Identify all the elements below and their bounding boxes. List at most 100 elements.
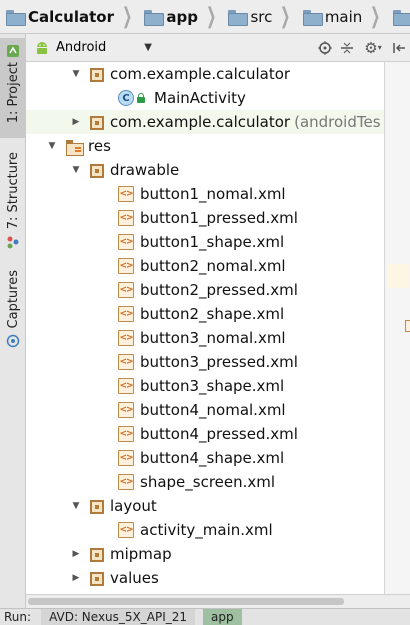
expand-arrow-icon[interactable]: ▼ <box>70 501 82 511</box>
collapse-all-button[interactable] <box>336 37 358 59</box>
hide-panel-button[interactable] <box>388 37 410 59</box>
tree-row-file[interactable]: <> button3_pressed.xml <box>26 350 384 374</box>
expand-arrow-icon[interactable]: ▼ <box>46 141 58 151</box>
tree-row-file[interactable]: <> button4_pressed.xml <box>26 422 384 446</box>
collapse-arrow-icon[interactable]: ▶ <box>70 117 82 127</box>
tree-row-file[interactable]: <> button3_shape.xml <box>26 374 384 398</box>
tree-row-layout[interactable]: ▼ layout <box>26 494 384 518</box>
tree-label: button1_shape.xml <box>140 233 285 251</box>
locate-button[interactable] <box>314 37 336 59</box>
collapse-arrow-icon[interactable]: ▶ <box>70 549 82 559</box>
run-bar: Run: AVD: Nexus_5X_API_21 app <box>0 608 410 625</box>
chevron-down-icon: ▼ <box>144 42 152 53</box>
tree-label-suffix: (androidTes <box>294 113 381 131</box>
breadcrumb-separator: ❯ <box>280 3 291 29</box>
package-icon <box>90 67 104 82</box>
breadcrumb-java[interactable]: java <box>387 0 410 33</box>
package-icon <box>90 115 104 130</box>
resource-folder-icon <box>66 138 84 156</box>
tab-structure[interactable]: 7: Structure <box>0 152 26 252</box>
tab-project[interactable]: 1: Project <box>0 38 26 138</box>
project-icon <box>7 45 19 57</box>
run-tab-avd[interactable]: AVD: Nexus_5X_API_21 <box>41 609 196 625</box>
tree-row-file[interactable]: <> button1_shape.xml <box>26 230 384 254</box>
tree-label: button3_nomal.xml <box>140 329 286 347</box>
left-tool-strip: 1: Project 7: Structure Captures <box>0 34 26 625</box>
tree-row-file[interactable]: <> button1_nomal.xml <box>26 182 384 206</box>
breadcrumb-calculator[interactable]: Calculator <box>0 0 116 33</box>
breadcrumb-src[interactable]: src <box>222 0 274 33</box>
gear-icon: ⚙ <box>364 38 378 57</box>
lock-icon <box>136 93 146 103</box>
tree-row-main-activity[interactable]: C MainActivity <box>26 86 384 110</box>
tab-captures[interactable]: Captures <box>0 270 26 360</box>
folder-icon <box>90 499 104 514</box>
xml-file-icon: <> <box>118 186 134 202</box>
expand-arrow-icon[interactable]: ▼ <box>70 69 82 79</box>
expand-arrow-icon[interactable]: ▼ <box>70 165 82 175</box>
xml-file-icon: <> <box>118 282 134 298</box>
tree-row-drawable[interactable]: ▼ drawable <box>26 158 384 182</box>
tree-label: com.example.calculator <box>110 65 291 83</box>
tree-label: button1_nomal.xml <box>140 185 286 203</box>
class-icon: C <box>118 90 134 106</box>
project-toolbar: Android ▼ ⚙ ▾ <box>26 34 410 62</box>
camera-icon <box>6 335 20 348</box>
breadcrumb-app[interactable]: app <box>138 0 200 33</box>
xml-file-icon: <> <box>118 354 134 370</box>
xml-file-icon <box>405 320 410 332</box>
tree-row-res[interactable]: ▼ res <box>26 134 384 158</box>
tree-label: button2_nomal.xml <box>140 257 286 275</box>
breadcrumb-main[interactable]: main <box>297 0 364 33</box>
xml-file-icon: <> <box>118 474 134 490</box>
tree-label: values <box>110 569 159 587</box>
tree-label: button4_nomal.xml <box>140 401 286 419</box>
tree-row-file[interactable]: <> button2_pressed.xml <box>26 278 384 302</box>
tree-row-file[interactable]: <> button4_nomal.xml <box>26 398 384 422</box>
tree-label: drawable <box>110 161 180 179</box>
horizontal-scrollbar[interactable] <box>26 594 410 608</box>
tree-row-file[interactable]: <> button4_shape.xml <box>26 446 384 470</box>
tree-label: button4_shape.xml <box>140 449 285 467</box>
folder-icon <box>228 9 249 26</box>
folder-icon <box>392 9 410 26</box>
tree-row-file[interactable]: <> activity_main.xml <box>26 518 384 542</box>
breadcrumb-label: main <box>324 7 363 26</box>
view-selector[interactable]: Android ▼ <box>34 37 156 59</box>
tree-row-package-main[interactable]: ▼ com.example.calculator <box>26 62 384 86</box>
tree-row-file[interactable]: <> button3_nomal.xml <box>26 326 384 350</box>
tree-label: button3_shape.xml <box>140 377 285 395</box>
tree-label: res <box>88 137 111 155</box>
xml-file-icon: <> <box>118 330 134 346</box>
xml-file-icon: <> <box>118 402 134 418</box>
breadcrumb-label: src <box>250 7 273 26</box>
folder-icon <box>90 547 104 562</box>
settings-button[interactable]: ⚙ ▾ <box>358 37 388 59</box>
tree-row-package-test[interactable]: ▶ com.example.calculator (androidTes <box>26 110 384 134</box>
tree-row-file[interactable]: <> button2_shape.xml <box>26 302 384 326</box>
project-folder-icon <box>6 9 26 26</box>
xml-file-icon: <> <box>118 378 134 394</box>
tree-row-file[interactable]: <> button2_nomal.xml <box>26 254 384 278</box>
tree-label: shape_screen.xml <box>140 473 276 491</box>
tree-label: mipmap <box>110 545 172 563</box>
run-tab-app[interactable]: app <box>203 609 242 625</box>
collapse-arrow-icon[interactable]: ▶ <box>70 573 82 583</box>
tab-structure-label: 7: Structure <box>5 152 21 230</box>
highlight-marker <box>387 264 409 288</box>
run-label: Run: <box>4 610 32 624</box>
tree-label: com.example.calculator <box>110 113 291 131</box>
scrollbar-thumb[interactable] <box>28 598 344 605</box>
tree-label: layout <box>110 497 157 515</box>
xml-file-icon: <> <box>118 426 134 442</box>
tree-row-values[interactable]: ▶ values <box>26 566 384 590</box>
tree-row-file[interactable]: <> button1_pressed.xml <box>26 206 384 230</box>
tree-row-mipmap[interactable]: ▶ mipmap <box>26 542 384 566</box>
tree-row-file[interactable]: <> shape_screen.xml <box>26 470 384 494</box>
run-tab-avd-label: AVD: Nexus_5X_API_21 <box>49 610 188 624</box>
tree-label: button4_pressed.xml <box>140 425 298 443</box>
tree-label: activity_main.xml <box>140 521 273 539</box>
xml-file-icon: <> <box>118 234 134 250</box>
tree-label: button1_pressed.xml <box>140 209 298 227</box>
structure-icon <box>7 236 19 249</box>
